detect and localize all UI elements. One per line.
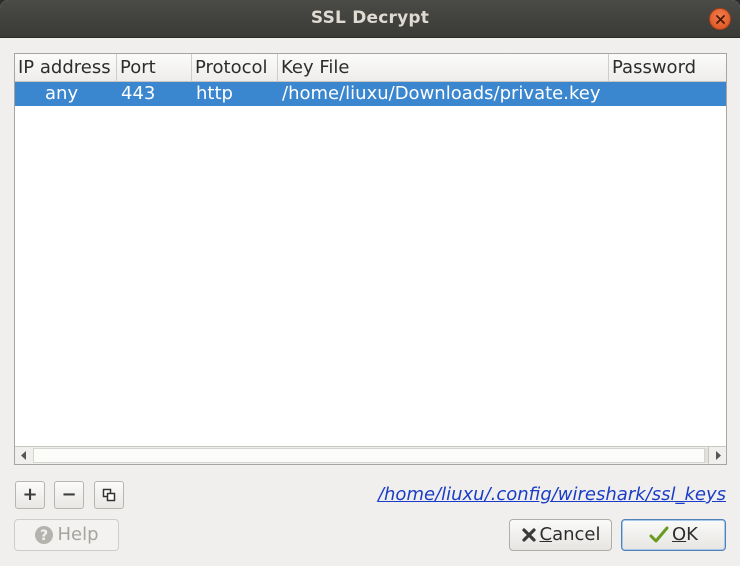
column-header-password[interactable]: Password	[609, 54, 726, 82]
remove-entry-button[interactable]: −	[54, 481, 84, 509]
ssl-keys-table: IP address Port Protocol Key File Passwo…	[14, 53, 727, 465]
help-icon: ?	[35, 526, 54, 544]
column-header-key-file[interactable]: Key File	[278, 54, 609, 82]
minus-icon: −	[61, 484, 77, 505]
checkmark-icon	[649, 526, 669, 543]
scroll-left-button[interactable]	[15, 447, 33, 464]
cancel-button[interactable]: Cancel	[509, 519, 612, 551]
help-label: Help	[57, 524, 99, 545]
window-title: SSL Decrypt	[310, 8, 430, 28]
title-bar: SSL Decrypt	[0, 0, 740, 38]
triangle-left-icon	[21, 451, 26, 460]
cell-key-file[interactable]: /home/liuxu/Downloads/private.key	[282, 82, 600, 106]
copy-entry-button[interactable]	[94, 481, 124, 509]
triangle-right-icon	[716, 451, 721, 460]
column-header-ip-address[interactable]: IP address	[15, 54, 117, 82]
config-path-link[interactable]: /home/liuxu/.config/wireshark/ssl_keys	[378, 484, 726, 505]
scrollbar-thumb[interactable]	[33, 448, 705, 463]
ok-button[interactable]: OK	[621, 519, 726, 551]
cancel-x-icon	[521, 528, 536, 542]
cell-ip-address[interactable]: any	[45, 82, 78, 106]
ssl-decrypt-dialog: SSL Decrypt IP address Port Protocol Key…	[0, 0, 740, 566]
column-header-port[interactable]: Port	[117, 54, 192, 82]
add-entry-button[interactable]: +	[15, 481, 45, 509]
svg-text:?: ?	[40, 528, 48, 544]
cell-protocol[interactable]: http	[196, 82, 233, 106]
ok-label: OK	[672, 524, 698, 545]
scroll-right-button[interactable]	[708, 447, 726, 464]
column-header-protocol[interactable]: Protocol	[192, 54, 278, 82]
close-button[interactable]	[709, 8, 731, 30]
table-header: IP address Port Protocol Key File Passwo…	[15, 54, 726, 82]
help-button[interactable]: ? Help	[14, 519, 119, 551]
horizontal-scrollbar[interactable]	[15, 446, 726, 464]
cell-port[interactable]: 443	[121, 82, 155, 106]
copy-icon	[102, 488, 116, 502]
plus-icon: +	[22, 484, 38, 505]
cancel-label: Cancel	[539, 524, 601, 545]
close-icon	[716, 15, 725, 24]
table-row[interactable]: any 443 http /home/liuxu/Downloads/priva…	[15, 82, 726, 106]
